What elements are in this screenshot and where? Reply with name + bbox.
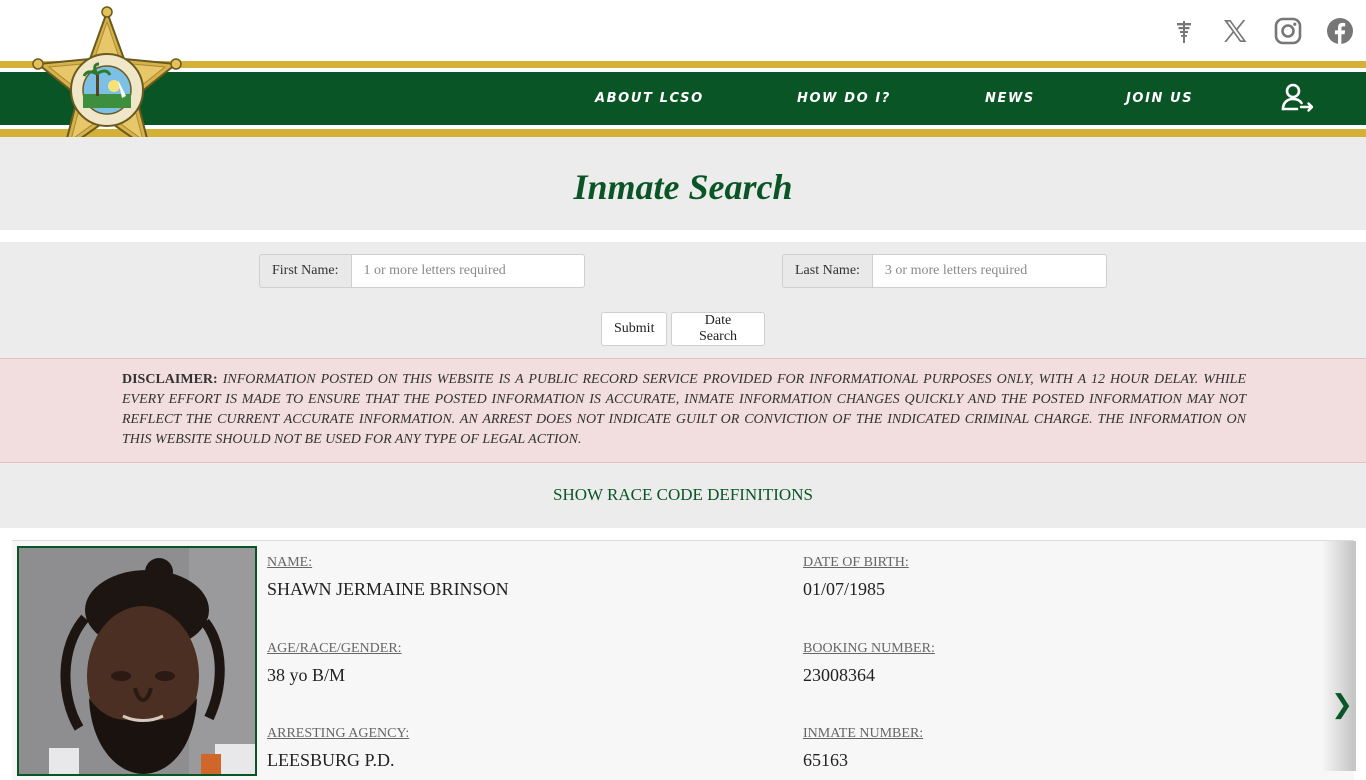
name-label: NAME: <box>267 555 313 570</box>
facebook-icon[interactable] <box>1324 12 1356 50</box>
gold-stripe-bottom <box>0 129 1366 137</box>
x-twitter-icon[interactable] <box>1220 12 1250 50</box>
user-login-icon[interactable] <box>1280 82 1316 116</box>
age-race-gender-label: AGE/RACE/GENDER: <box>267 641 402 656</box>
disclaimer-body: INFORMATION POSTED ON THIS WEBSITE IS A … <box>122 372 1246 447</box>
inmate-booking-number: 23008364 <box>803 665 875 685</box>
gold-stripe-top <box>0 61 1366 68</box>
nextdoor-icon[interactable] <box>1170 12 1198 50</box>
inmate-mugshot <box>17 546 257 776</box>
instagram-icon[interactable] <box>1272 12 1304 50</box>
top-bar <box>0 0 1366 60</box>
inmate-name: SHAWN JERMAINE BRINSON <box>267 579 509 599</box>
first-name-label: First Name: <box>259 254 351 288</box>
submit-button[interactable]: Submit <box>601 312 667 346</box>
nav-how-do-i[interactable]: HOW DO I? <box>797 72 891 125</box>
last-name-label: Last Name: <box>782 254 872 288</box>
carousel-next-icon[interactable]: ❯ <box>1330 688 1354 722</box>
booking-number-label: BOOKING NUMBER: <box>803 641 935 656</box>
nav-about-lcso[interactable]: ABOUT LCSO <box>595 72 704 125</box>
inmate-age-race-gender: 38 yo B/M <box>267 665 346 685</box>
last-name-input[interactable] <box>871 254 1107 288</box>
disclaimer-text: DISCLAIMER: INFORMATION POSTED ON THIS W… <box>122 370 1246 450</box>
page-title: Inmate Search <box>573 167 793 207</box>
first-name-input[interactable] <box>350 254 585 288</box>
nav-news[interactable]: NEWS <box>985 72 1035 125</box>
nav-join-us[interactable]: JOIN US <box>1126 72 1193 125</box>
first-name-group: First Name: <box>259 254 585 288</box>
carousel-next-shade <box>1322 541 1356 771</box>
disclaimer-lead: DISCLAIMER: <box>122 372 218 387</box>
dob-label: DATE OF BIRTH: <box>803 555 909 570</box>
date-search-button[interactable]: Date Search <box>671 312 765 346</box>
last-name-group: Last Name: <box>782 254 1107 288</box>
inmate-number-label: INMATE NUMBER: <box>803 726 924 741</box>
arresting-agency-label: ARRESTING AGENCY: <box>267 726 410 741</box>
show-race-code-definitions-link[interactable]: SHOW RACE CODE DEFINITIONS <box>0 484 1366 506</box>
inmate-dob: 01/07/1985 <box>803 579 886 599</box>
